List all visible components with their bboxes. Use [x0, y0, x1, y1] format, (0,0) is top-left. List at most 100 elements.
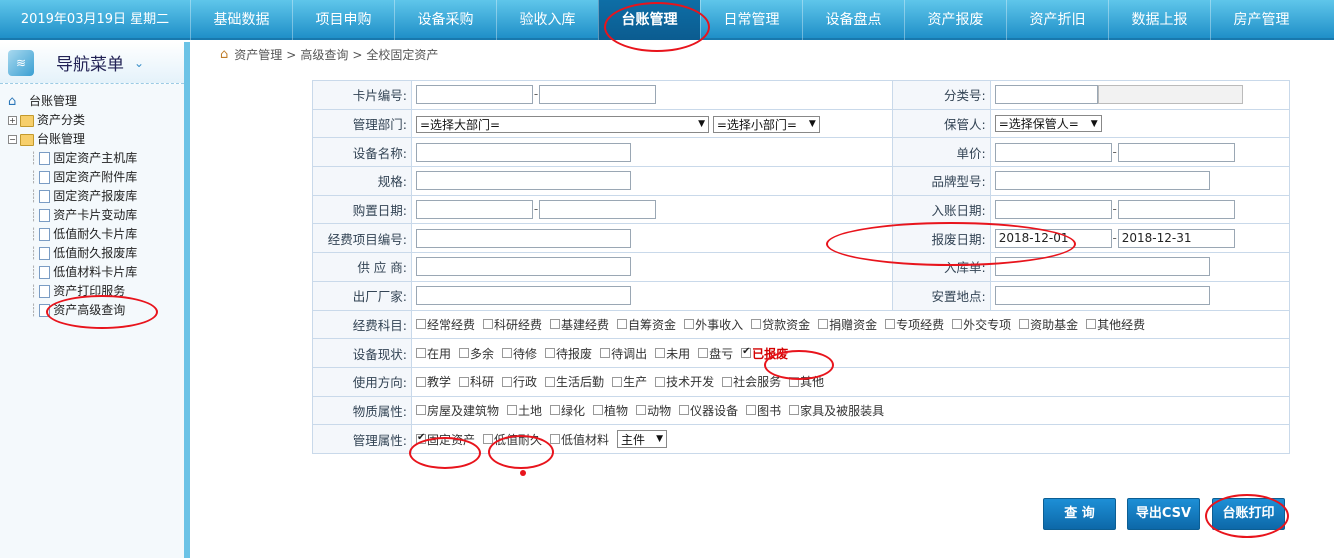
nav-tab-5[interactable]: 日常管理	[700, 0, 802, 40]
tree-group-asset-category[interactable]: + 资产分类	[8, 111, 184, 130]
checkbox-icon	[550, 434, 561, 445]
use-direction-checkbox-6[interactable]: 社会服务	[722, 373, 781, 390]
expand-icon[interactable]: +	[8, 116, 17, 125]
checkbox-label: 社会服务	[733, 375, 782, 390]
fund-subject-checkbox-8[interactable]: 外交专项	[952, 316, 1011, 333]
tree-group-ledger[interactable]: − 台账管理	[8, 130, 184, 149]
nav-tab-9[interactable]: 数据上报	[1108, 0, 1210, 40]
material-checkbox-7[interactable]: 家具及被服装具	[789, 402, 884, 419]
tree-root[interactable]: ⌂ 台账管理	[8, 92, 184, 111]
nav-tab-8[interactable]: 资产折旧	[1006, 0, 1108, 40]
status-checkbox-5[interactable]: 未用	[655, 345, 690, 362]
fund-subject-checkbox-2[interactable]: 基建经费	[550, 316, 609, 333]
tree-item-label: 资产打印服务	[53, 284, 126, 298]
breadcrumb-item[interactable]: 高级查询	[300, 46, 348, 64]
material-checkbox-4[interactable]: 动物	[636, 402, 671, 419]
use-direction-checkbox-2[interactable]: 行政	[502, 373, 537, 390]
fund-subject-checkbox-6[interactable]: 捐赠资金	[818, 316, 877, 333]
stock-in-input[interactable]	[994, 257, 1210, 277]
entry-date-from-input[interactable]	[994, 200, 1112, 220]
card-no-from-input[interactable]	[416, 85, 533, 105]
chevron-down-icon[interactable]: ⌄	[134, 56, 144, 70]
collapse-icon[interactable]: −	[8, 135, 17, 144]
query-button[interactable]: 查 询	[1043, 498, 1116, 530]
dept-minor-select[interactable]: =选择小部门= ▼	[712, 115, 820, 133]
fund-subject-checkbox-1[interactable]: 科研经费	[483, 316, 542, 333]
dept-major-select[interactable]: =选择大部门= ▼	[416, 115, 709, 133]
use-direction-checkbox-0[interactable]: 教学	[416, 373, 451, 390]
tree-item-5[interactable]: ┊ 低值耐久报废库	[8, 244, 184, 263]
brand-input[interactable]	[994, 171, 1210, 191]
fund-subject-checkbox-0[interactable]: 经常经费	[416, 316, 475, 333]
material-checkbox-2[interactable]: 绿化	[550, 402, 585, 419]
current-date: 2019年03月19日 星期二	[20, 12, 170, 27]
status-checkbox-6[interactable]: 盘亏	[698, 345, 733, 362]
tree-item-8[interactable]: ┊ 资产高级查询	[8, 301, 184, 320]
card-no-to-input[interactable]	[539, 85, 656, 105]
status-checkbox-4[interactable]: 待调出	[600, 345, 647, 362]
status-scrapped-checkbox[interactable]: 已报废	[741, 345, 788, 362]
device-name-input[interactable]	[416, 142, 631, 162]
nav-tab-3[interactable]: 验收入库	[496, 0, 598, 40]
purchase-date-from-input[interactable]	[416, 200, 533, 220]
mgmt-fixed-asset-checkbox[interactable]: 固定资产	[416, 431, 475, 448]
nav-tab-6[interactable]: 设备盘点	[802, 0, 904, 40]
nav-tab-0[interactable]: 基础数据	[190, 0, 292, 40]
tree-item-1[interactable]: ┊ 固定资产附件库	[8, 168, 184, 187]
maker-input[interactable]	[416, 286, 631, 306]
location-input[interactable]	[994, 286, 1210, 306]
scrap-date-from-input[interactable]	[994, 228, 1112, 248]
breadcrumb-item[interactable]: 资产管理	[234, 46, 282, 64]
fund-subject-checkbox-7[interactable]: 专项经费	[885, 316, 944, 333]
tree-item-6[interactable]: ┊ 低值材料卡片库	[8, 263, 184, 282]
ledger-print-button[interactable]: 台账打印	[1212, 498, 1285, 530]
fund-subject-checkbox-3[interactable]: 自筹资金	[617, 316, 676, 333]
status-checkbox-0[interactable]: 在用	[416, 345, 451, 362]
status-checkbox-2[interactable]: 待修	[502, 345, 537, 362]
tree-item-2[interactable]: ┊ 固定资产报废库	[8, 187, 184, 206]
nav-tab-10[interactable]: 房产管理	[1210, 0, 1312, 40]
price-to-input[interactable]	[1117, 142, 1235, 162]
tree-item-0[interactable]: ┊ 固定资产主机库	[8, 149, 184, 168]
tree-item-3[interactable]: ┊ 资产卡片变动库	[8, 206, 184, 225]
keeper-select[interactable]: =选择保管人= ▼	[994, 115, 1102, 133]
fund-subject-checkbox-5[interactable]: 贷款资金	[751, 316, 810, 333]
tree-item-label: 低值耐久卡片库	[53, 227, 138, 241]
tree-item-4[interactable]: ┊ 低值耐久卡片库	[8, 225, 184, 244]
spec-input[interactable]	[416, 171, 631, 191]
material-checkbox-0[interactable]: 房屋及建筑物	[416, 402, 499, 419]
mgmt-part-select[interactable]: 主件 ▼	[617, 430, 668, 449]
material-checkbox-3[interactable]: 植物	[593, 402, 628, 419]
use-direction-checkbox-3[interactable]: 生活后勤	[545, 373, 604, 390]
material-checkbox-1[interactable]: 土地	[507, 402, 542, 419]
export-csv-button[interactable]: 导出CSV	[1127, 498, 1200, 530]
use-direction-checkbox-1[interactable]: 科研	[459, 373, 494, 390]
fund-subject-checkbox-10[interactable]: 其他经费	[1086, 316, 1145, 333]
nav-tab-7[interactable]: 资产报废	[904, 0, 1006, 40]
fund-subject-checkbox-9[interactable]: 资助基金	[1019, 316, 1078, 333]
category-no-input[interactable]	[994, 85, 1098, 105]
mgmt-low-material-checkbox[interactable]: 低值材料	[550, 431, 609, 448]
purchase-date-to-input[interactable]	[539, 200, 656, 220]
nav-tab-1[interactable]: 项目申购	[292, 0, 394, 40]
tree-root-label: 台账管理	[29, 94, 78, 108]
scrap-date-to-input[interactable]	[1117, 228, 1235, 248]
use-direction-checkbox-4[interactable]: 生产	[612, 373, 647, 390]
checkbox-icon	[612, 376, 623, 387]
use-direction-checkbox-7[interactable]: 其他	[789, 373, 824, 390]
price-from-input[interactable]	[994, 142, 1112, 162]
material-checkbox-6[interactable]: 图书	[746, 402, 781, 419]
mgmt-low-durable-checkbox[interactable]: 低值耐久	[483, 431, 542, 448]
supplier-input[interactable]	[416, 257, 631, 277]
tree-item-7[interactable]: ┊ 资产打印服务	[8, 282, 184, 301]
material-checkbox-5[interactable]: 仪器设备	[679, 402, 738, 419]
fund-subject-checkbox-4[interactable]: 外事收入	[684, 316, 743, 333]
document-icon	[39, 285, 51, 298]
entry-date-to-input[interactable]	[1117, 200, 1235, 220]
nav-tab-2[interactable]: 设备采购	[394, 0, 496, 40]
status-checkbox-3[interactable]: 待报废	[545, 345, 592, 362]
status-checkbox-1[interactable]: 多余	[459, 345, 494, 362]
fund-no-input[interactable]	[416, 228, 631, 248]
use-direction-checkbox-5[interactable]: 技术开发	[655, 373, 714, 390]
nav-tab-4[interactable]: 台账管理	[598, 0, 700, 40]
